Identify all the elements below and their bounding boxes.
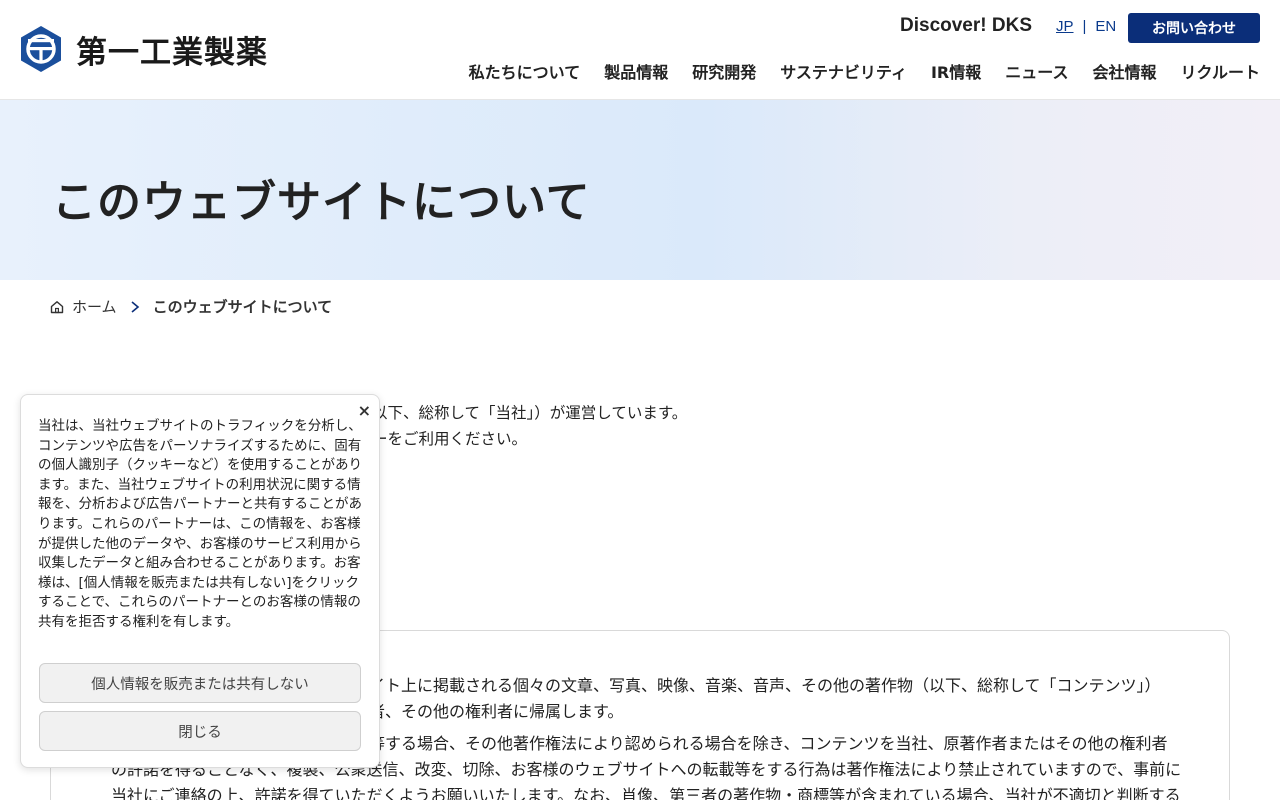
nav-item-news[interactable]: ニュース: [1005, 59, 1068, 83]
nav-item-about[interactable]: 私たちについて: [469, 59, 581, 83]
nav-item-company[interactable]: 会社情報: [1092, 59, 1156, 83]
main-nav: 私たちについて 製品情報 研究開発 サステナビリティ IR情報 ニュース 会社情…: [469, 59, 1260, 83]
logo-text: 第一工業製薬: [76, 34, 268, 71]
breadcrumb-current: このウェブサイトについて: [152, 298, 333, 316]
site-header: 第一工業製薬 Discover! DKS JP | EN お問い合わせ 私たちに…: [0, 0, 1280, 100]
nav-item-sustainability[interactable]: サステナビリティ: [780, 59, 907, 83]
lang-en-link[interactable]: EN: [1095, 18, 1116, 35]
nav-item-recruit[interactable]: リクルート: [1180, 59, 1260, 83]
chevron-right-icon: [131, 300, 139, 313]
nav-item-ir[interactable]: IR情報: [931, 59, 981, 83]
lang-separator: |: [1082, 18, 1087, 35]
cookie-consent-text: 当社は、当社ウェブサイトのトラフィックを分析し、コンテンツや広告をパーソナライズ…: [38, 418, 362, 630]
lang-jp-link[interactable]: JP: [1056, 18, 1074, 35]
cookie-consent-dialog: × 当社は、当社ウェブサイトのトラフィックを分析し、コンテンツや広告をパーソナラ…: [20, 394, 380, 768]
close-button[interactable]: 閉じる: [39, 711, 361, 751]
home-icon: [50, 300, 64, 313]
page-hero: このウェブサイトについて: [0, 100, 1280, 280]
site-logo[interactable]: 第一工業製薬: [20, 25, 268, 73]
breadcrumb-home-link[interactable]: ホーム: [72, 296, 117, 317]
contact-button[interactable]: お問い合わせ: [1128, 13, 1260, 43]
language-switcher: JP | EN: [1056, 18, 1116, 35]
nav-item-research[interactable]: 研究開発: [692, 59, 756, 83]
logo-mark-icon: [21, 26, 61, 72]
do-not-sell-button[interactable]: 個人情報を販売または共有しない: [39, 663, 361, 703]
paragraph-2-line-3: 当社にご連絡の上、許諾を得ていただくようお願いいたします。なお、肖像、第三者の著…: [111, 786, 1181, 800]
page-title: このウェブサイトについて: [52, 177, 591, 228]
nav-item-products[interactable]: 製品情報: [604, 59, 668, 83]
breadcrumb: ホーム このウェブサイトについて: [50, 296, 332, 317]
discover-dks-link[interactable]: Discover! DKS: [900, 15, 1032, 37]
